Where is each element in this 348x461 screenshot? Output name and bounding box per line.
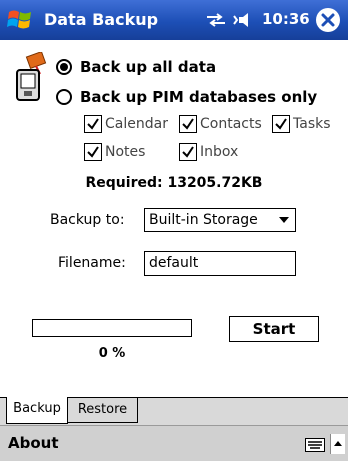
app-title: Data Backup (44, 10, 159, 29)
backup-location-value: Built-in Storage (149, 212, 258, 228)
tab-backup[interactable]: Backup (6, 397, 68, 424)
progress-percent: 0 % (98, 346, 126, 361)
checkbox-label: Contacts (200, 116, 262, 132)
volume-icon[interactable] (233, 11, 255, 29)
close-icon (321, 13, 335, 27)
checkbox-box[interactable] (84, 143, 102, 161)
checkbox-box[interactable] (84, 115, 102, 133)
checkmark-icon (182, 146, 194, 158)
tab-strip: Backup Restore (0, 397, 348, 425)
required-size-text: Required: 13205.72KB (85, 175, 263, 191)
radio-button-checked[interactable] (56, 59, 72, 75)
title-bar: Data Backup 10:36 (0, 0, 348, 40)
backup-location-select[interactable]: Built-in Storage (144, 208, 296, 232)
device-backup-icon (16, 52, 47, 101)
checkbox-box[interactable] (272, 115, 290, 133)
checkmark-icon (275, 118, 287, 130)
checkbox-label: Tasks (293, 116, 331, 132)
chevron-up-icon (334, 441, 342, 446)
checkbox-contacts[interactable]: Contacts (179, 115, 262, 133)
close-button[interactable] (316, 8, 340, 32)
radio-button[interactable] (56, 89, 72, 105)
checkbox-box[interactable] (179, 143, 197, 161)
tab-restore[interactable]: Restore (67, 397, 138, 423)
checkbox-label: Calendar (105, 116, 168, 132)
checkbox-calendar[interactable]: Calendar (84, 115, 168, 133)
filename-value: default (149, 255, 199, 271)
keyboard-icon[interactable] (305, 438, 325, 452)
checkmark-icon (182, 118, 194, 130)
option-backup-all[interactable]: Back up all data (56, 58, 216, 76)
progress-bar (32, 319, 192, 337)
filename-label: Filename: (58, 255, 126, 271)
clock[interactable]: 10:36 (262, 10, 310, 28)
connectivity-icon[interactable] (205, 13, 227, 27)
windows-flag-icon[interactable] (6, 6, 34, 34)
checkbox-tasks[interactable]: Tasks (272, 115, 331, 133)
checkbox-label: Notes (105, 144, 146, 160)
option-backup-pim[interactable]: Back up PIM databases only (56, 88, 317, 106)
input-panel-toggle[interactable] (330, 434, 345, 454)
checkbox-inbox[interactable]: Inbox (179, 143, 238, 161)
checkmark-icon (87, 118, 99, 130)
checkbox-box[interactable] (179, 115, 197, 133)
filename-input[interactable]: default (144, 251, 296, 276)
backup-to-label: Backup to: (50, 212, 125, 228)
checkbox-notes[interactable]: Notes (84, 143, 145, 161)
menu-bar: About (0, 425, 348, 461)
menu-about[interactable]: About (8, 434, 59, 452)
start-button[interactable]: Start (229, 316, 319, 342)
checkmark-icon (87, 146, 99, 158)
chevron-down-icon[interactable] (279, 217, 289, 223)
option-backup-pim-label: Back up PIM databases only (80, 88, 318, 106)
option-backup-all-label: Back up all data (80, 58, 217, 76)
checkbox-label: Inbox (200, 144, 239, 160)
